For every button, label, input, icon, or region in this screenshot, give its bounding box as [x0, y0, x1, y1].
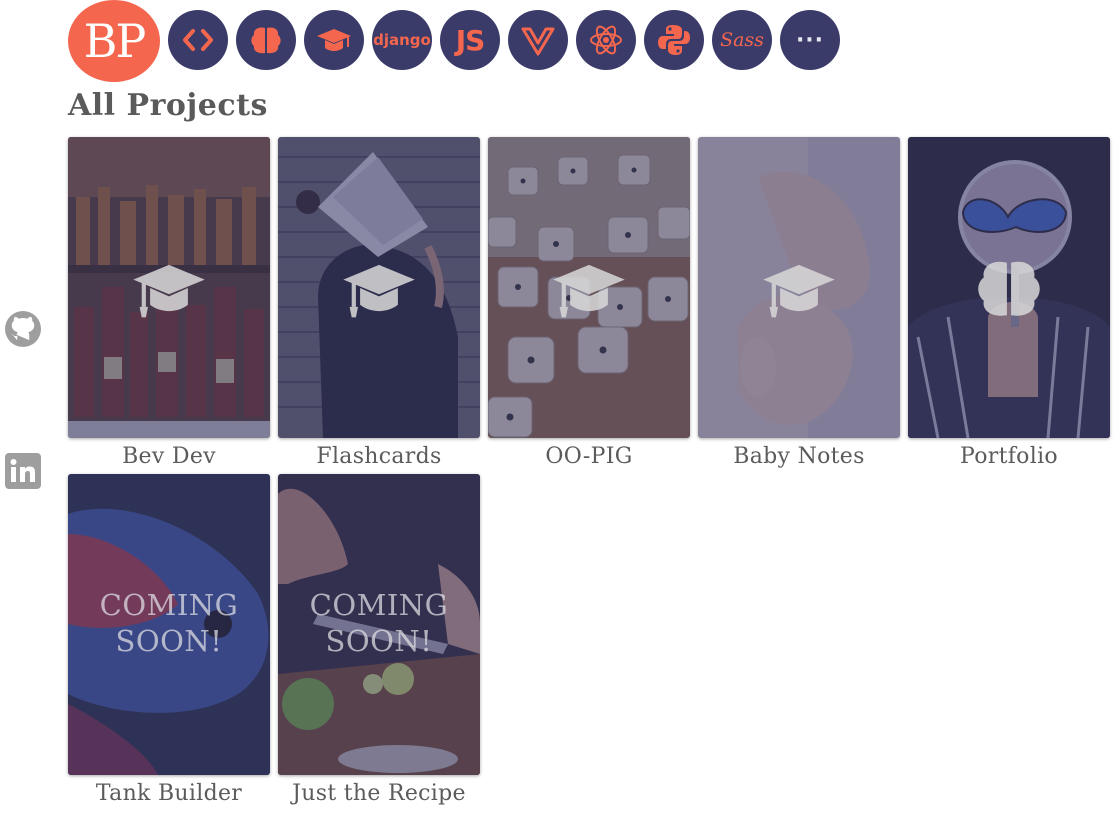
graduation-cap-icon [763, 264, 835, 317]
sass-icon[interactable]: Sass [712, 10, 772, 70]
project-image-baby-hand [698, 137, 900, 438]
more-icon[interactable]: ··· [780, 10, 840, 70]
project-title: Bev Dev [122, 444, 216, 469]
react-icon[interactable] [576, 10, 636, 70]
project-image-book [278, 137, 480, 438]
project-card-just-the-recipe[interactable]: COMING SOON! Just the Recipe [278, 474, 480, 806]
project-card-flashcards[interactable]: Flashcards [278, 137, 480, 469]
graduation-cap-icon [343, 264, 415, 317]
graduation-cap-icon [553, 264, 625, 317]
project-title: Tank Builder [95, 781, 243, 806]
project-title: Flashcards [316, 444, 442, 469]
project-title: Portfolio [960, 444, 1058, 469]
project-image-fish: COMING SOON! [68, 474, 270, 775]
project-card-portfolio[interactable]: Portfolio [908, 137, 1110, 469]
django-icon[interactable]: django [372, 10, 432, 70]
project-image-dice [488, 137, 690, 438]
code-icon[interactable] [168, 10, 228, 70]
project-image-cooking: COMING SOON! [278, 474, 480, 775]
graduation-cap-icon [133, 264, 205, 317]
linkedin-icon[interactable] [4, 452, 42, 490]
project-title: Baby Notes [733, 444, 865, 469]
project-title: Just the Recipe [292, 781, 466, 806]
brand-logo[interactable]: BP [68, 0, 160, 82]
github-icon[interactable] [4, 310, 42, 348]
coming-soon-label: COMING SOON! [99, 588, 239, 658]
project-card-oo-pig[interactable]: OO-PIG [488, 137, 690, 469]
project-card-tank-builder[interactable]: COMING SOON! Tank Builder [68, 474, 270, 806]
graduation-cap-icon[interactable] [304, 10, 364, 70]
brain-icon[interactable] [236, 10, 296, 70]
project-card-bev-dev[interactable]: Bev Dev [68, 137, 270, 469]
project-image-bar [68, 137, 270, 438]
project-image-magnifier [908, 137, 1110, 438]
javascript-icon[interactable]: JS [440, 10, 500, 70]
project-title: OO-PIG [545, 444, 633, 469]
python-icon[interactable] [644, 10, 704, 70]
project-card-baby-notes[interactable]: Baby Notes [698, 137, 900, 469]
vue-icon[interactable] [508, 10, 568, 70]
coming-soon-label: COMING SOON! [309, 588, 449, 658]
brand-initials: BP [83, 14, 147, 68]
brain-icon [978, 261, 1040, 316]
page-title: All Projects [68, 88, 268, 123]
